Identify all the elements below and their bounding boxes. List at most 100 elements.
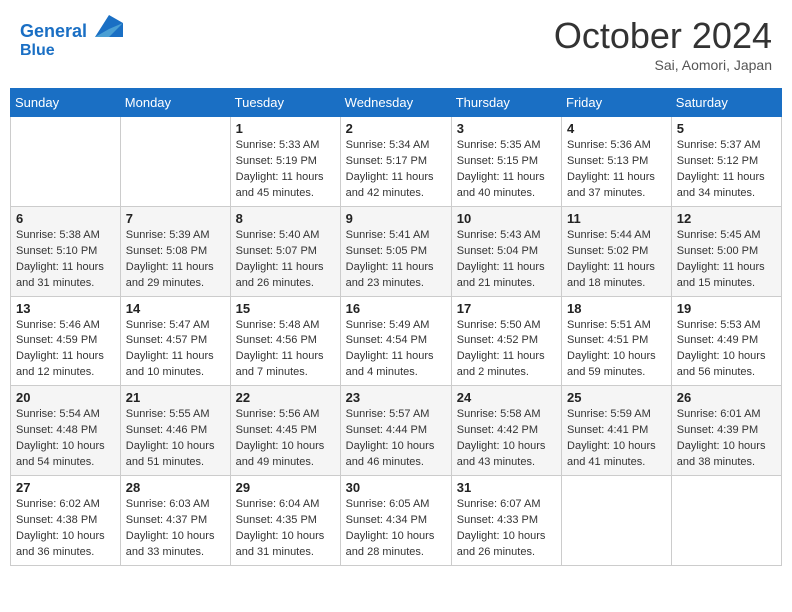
day-info: Sunrise: 6:02 AM Sunset: 4:38 PM Dayligh… [16,497,115,561]
weekday-header-monday: Monday [120,89,230,117]
day-info: Sunrise: 5:34 AM Sunset: 5:17 PM Dayligh… [346,138,446,202]
day-info: Sunrise: 5:38 AM Sunset: 5:10 PM Dayligh… [16,228,115,292]
day-number: 21 [126,390,225,405]
calendar-cell: 5Sunrise: 5:37 AM Sunset: 5:12 PM Daylig… [671,117,781,207]
logo-text: General [20,15,123,42]
day-number: 20 [16,390,115,405]
day-info: Sunrise: 5:43 AM Sunset: 5:04 PM Dayligh… [457,228,556,292]
calendar-cell: 24Sunrise: 5:58 AM Sunset: 4:42 PM Dayli… [451,386,561,476]
calendar-cell: 1Sunrise: 5:33 AM Sunset: 5:19 PM Daylig… [230,117,340,207]
day-info: Sunrise: 5:49 AM Sunset: 4:54 PM Dayligh… [346,318,446,382]
calendar-header-row: SundayMondayTuesdayWednesdayThursdayFrid… [11,89,782,117]
day-number: 29 [236,480,335,495]
day-info: Sunrise: 5:35 AM Sunset: 5:15 PM Dayligh… [457,138,556,202]
day-info: Sunrise: 5:50 AM Sunset: 4:52 PM Dayligh… [457,318,556,382]
day-number: 8 [236,211,335,226]
day-number: 22 [236,390,335,405]
day-number: 23 [346,390,446,405]
day-info: Sunrise: 5:54 AM Sunset: 4:48 PM Dayligh… [16,407,115,471]
calendar-cell: 29 Sunrise: 6:04 AM Sunset: 4:35 PM Dayli… [230,476,340,566]
logo-icon [95,15,123,37]
calendar-cell: 14Sunrise: 5:47 AM Sunset: 4:57 PM Dayli… [120,296,230,386]
day-number: 12 [677,211,776,226]
day-info: Sunrise: 5:36 AM Sunset: 5:13 PM Dayligh… [567,138,666,202]
calendar-cell: 26Sunrise: 6:01 AM Sunset: 4:39 PM Dayli… [671,386,781,476]
day-info: Sunrise: 5:47 AM Sunset: 4:57 PM Dayligh… [126,318,225,382]
calendar-cell: 9 Sunrise: 5:41 AM Sunset: 5:05 PM Daylig… [340,206,451,296]
calendar-cell: 4Sunrise: 5:36 AM Sunset: 5:13 PM Daylig… [562,117,672,207]
day-number: 17 [457,301,556,316]
day-number: 10 [457,211,556,226]
calendar-cell: 23 Sunrise: 5:57 AM Sunset: 4:44 PM Dayli… [340,386,451,476]
calendar-week-row: 13Sunrise: 5:46 AM Sunset: 4:59 PM Dayli… [11,296,782,386]
calendar-cell [562,476,672,566]
calendar-cell: 17 Sunrise: 5:50 AM Sunset: 4:52 PM Dayli… [451,296,561,386]
calendar-table: SundayMondayTuesdayWednesdayThursdayFrid… [10,88,782,566]
day-info: Sunrise: 5:57 AM Sunset: 4:44 PM Dayligh… [346,407,446,471]
day-info: Sunrise: 6:07 AM Sunset: 4:33 PM Dayligh… [457,497,556,561]
day-number: 5 [677,121,776,136]
day-info: Sunrise: 5:46 AM Sunset: 4:59 PM Dayligh… [16,318,115,382]
day-info: Sunrise: 5:33 AM Sunset: 5:19 PM Dayligh… [236,138,335,202]
day-number: 11 [567,211,666,226]
calendar-cell [120,117,230,207]
day-info: Sunrise: 5:39 AM Sunset: 5:08 PM Dayligh… [126,228,225,292]
day-info: Sunrise: 5:44 AM Sunset: 5:02 PM Dayligh… [567,228,666,292]
day-info: Sunrise: 5:48 AM Sunset: 4:56 PM Dayligh… [236,318,335,382]
calendar-week-row: 1Sunrise: 5:33 AM Sunset: 5:19 PM Daylig… [11,117,782,207]
day-number: 6 [16,211,115,226]
calendar-cell: 13Sunrise: 5:46 AM Sunset: 4:59 PM Dayli… [11,296,121,386]
calendar-cell: 15 Sunrise: 5:48 AM Sunset: 4:56 PM Dayli… [230,296,340,386]
logo-general: General [20,21,87,41]
weekday-header-wednesday: Wednesday [340,89,451,117]
day-info: Sunrise: 5:40 AM Sunset: 5:07 PM Dayligh… [236,228,335,292]
calendar-cell [671,476,781,566]
day-info: Sunrise: 5:41 AM Sunset: 5:05 PM Dayligh… [346,228,446,292]
weekday-header-friday: Friday [562,89,672,117]
calendar-cell: 8 Sunrise: 5:40 AM Sunset: 5:07 PM Daylig… [230,206,340,296]
calendar-week-row: 20 Sunrise: 5:54 AM Sunset: 4:48 PM Dayli… [11,386,782,476]
logo: General Blue [20,15,123,59]
day-info: Sunrise: 5:51 AM Sunset: 4:51 PM Dayligh… [567,318,666,382]
day-number: 9 [346,211,446,226]
location: Sai, Aomori, Japan [554,57,772,73]
calendar-cell: 2 Sunrise: 5:34 AM Sunset: 5:17 PM Daylig… [340,117,451,207]
day-info: Sunrise: 5:56 AM Sunset: 4:45 PM Dayligh… [236,407,335,471]
page-header: General Blue October 2024 Sai, Aomori, J… [10,10,782,78]
calendar-cell: 16 Sunrise: 5:49 AM Sunset: 4:54 PM Dayli… [340,296,451,386]
day-number: 3 [457,121,556,136]
title-block: October 2024 Sai, Aomori, Japan [554,15,772,73]
day-info: Sunrise: 6:04 AM Sunset: 4:35 PM Dayligh… [236,497,335,561]
calendar-cell: 12 Sunrise: 5:45 AM Sunset: 5:00 PM Dayli… [671,206,781,296]
weekday-header-tuesday: Tuesday [230,89,340,117]
day-info: Sunrise: 5:45 AM Sunset: 5:00 PM Dayligh… [677,228,776,292]
day-info: Sunrise: 5:58 AM Sunset: 4:42 PM Dayligh… [457,407,556,471]
calendar-cell: 7Sunrise: 5:39 AM Sunset: 5:08 PM Daylig… [120,206,230,296]
weekday-header-thursday: Thursday [451,89,561,117]
day-number: 16 [346,301,446,316]
weekday-header-sunday: Sunday [11,89,121,117]
day-number: 31 [457,480,556,495]
calendar-cell: 28Sunrise: 6:03 AM Sunset: 4:37 PM Dayli… [120,476,230,566]
calendar-cell: 20 Sunrise: 5:54 AM Sunset: 4:48 PM Dayli… [11,386,121,476]
day-number: 2 [346,121,446,136]
day-number: 30 [346,480,446,495]
calendar-cell: 6 Sunrise: 5:38 AM Sunset: 5:10 PM Daylig… [11,206,121,296]
day-number: 26 [677,390,776,405]
calendar-cell: 31 Sunrise: 6:07 AM Sunset: 4:33 PM Dayli… [451,476,561,566]
calendar-week-row: 6 Sunrise: 5:38 AM Sunset: 5:10 PM Daylig… [11,206,782,296]
calendar-cell: 3 Sunrise: 5:35 AM Sunset: 5:15 PM Daylig… [451,117,561,207]
day-info: Sunrise: 5:59 AM Sunset: 4:41 PM Dayligh… [567,407,666,471]
day-number: 15 [236,301,335,316]
calendar-cell: 18Sunrise: 5:51 AM Sunset: 4:51 PM Dayli… [562,296,672,386]
calendar-cell: 19 Sunrise: 5:53 AM Sunset: 4:49 PM Dayli… [671,296,781,386]
calendar-cell: 21 Sunrise: 5:55 AM Sunset: 4:46 PM Dayli… [120,386,230,476]
day-info: Sunrise: 5:55 AM Sunset: 4:46 PM Dayligh… [126,407,225,471]
day-number: 19 [677,301,776,316]
calendar-cell: 22 Sunrise: 5:56 AM Sunset: 4:45 PM Dayli… [230,386,340,476]
day-number: 27 [16,480,115,495]
day-number: 28 [126,480,225,495]
day-info: Sunrise: 5:53 AM Sunset: 4:49 PM Dayligh… [677,318,776,382]
day-info: Sunrise: 6:05 AM Sunset: 4:34 PM Dayligh… [346,497,446,561]
calendar-week-row: 27 Sunrise: 6:02 AM Sunset: 4:38 PM Dayli… [11,476,782,566]
